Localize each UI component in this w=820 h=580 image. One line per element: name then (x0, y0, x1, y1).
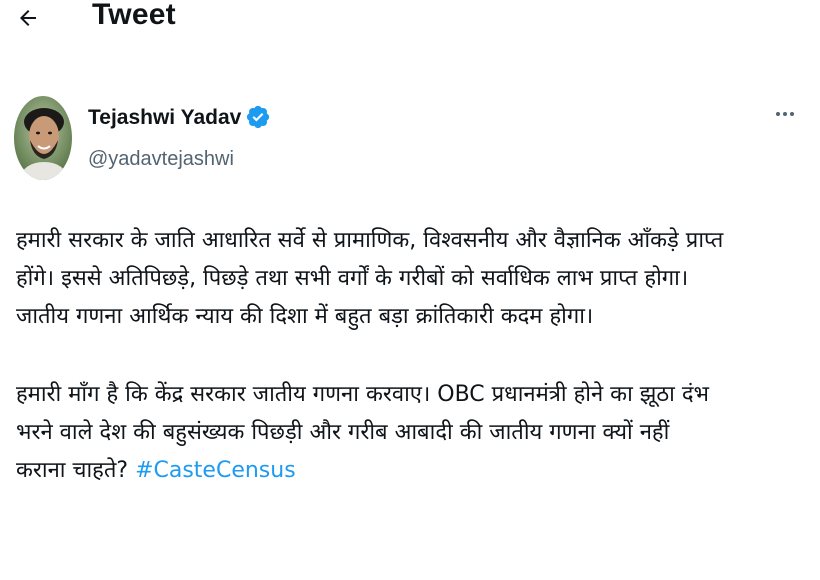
hashtag-link[interactable]: #CasteCensus (135, 458, 296, 483)
top-bar: Tweet (0, 0, 820, 44)
back-button[interactable] (12, 4, 44, 32)
avatar-image (14, 96, 72, 180)
tweet-text: हमारी सरकार के जाति आधारित सर्वे से प्रा… (16, 222, 806, 490)
tweet-author: Tejashwi Yadav @yadavtejashwi (14, 96, 804, 186)
tweet-line: भरने वाले देश की बहुसंख्यक पिछड़ी और गरी… (16, 420, 670, 445)
tweet-line: हमारी माँग है कि केंद्र सरकार जातीय गणना… (16, 382, 710, 407)
author-name[interactable]: Tejashwi Yadav (88, 106, 241, 130)
verified-badge-icon (246, 105, 270, 129)
tweet-line: होंगे। इससे अतिपिछड़े, पिछड़े तथा सभी वर… (16, 266, 689, 291)
avatar[interactable] (14, 96, 72, 180)
more-dot (783, 112, 787, 116)
more-options-button[interactable] (770, 102, 800, 126)
tweet-paragraph-1: हमारी सरकार के जाति आधारित सर्वे से प्रा… (16, 222, 806, 336)
tweet-paragraph-2: हमारी माँग है कि केंद्र सरकार जातीय गणना… (16, 376, 806, 490)
arrow-left-icon (20, 10, 36, 26)
tweet-page: Tweet Tejashwi Yadav @yadavtejashwi हमार… (0, 0, 820, 580)
more-horizontal-icon (776, 112, 780, 116)
more-dot (790, 112, 794, 116)
tweet-line: कराना चाहते? (16, 458, 129, 483)
page-title: Tweet (92, 0, 176, 31)
tweet-line: जातीय गणना आर्थिक न्याय की दिशा में बहुत… (16, 304, 594, 329)
tweet-line: हमारी सरकार के जाति आधारित सर्वे से प्रा… (16, 228, 724, 253)
author-handle[interactable]: @yadavtejashwi (88, 148, 234, 171)
